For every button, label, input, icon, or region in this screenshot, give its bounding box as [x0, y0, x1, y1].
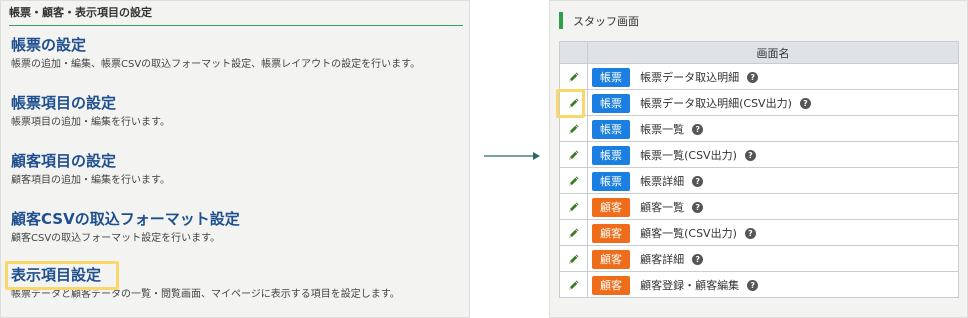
pencil-edit-icon[interactable]: [567, 279, 580, 292]
pencil-edit-icon[interactable]: [567, 227, 580, 240]
screen-name-label: 帳票一覧(CSV出力): [640, 149, 737, 162]
help-icon[interactable]: ?: [747, 279, 759, 291]
screen-name-cell: 顧客 顧客登録・顧客編集 ?: [587, 271, 959, 298]
help-icon[interactable]: ?: [744, 149, 756, 161]
help-icon[interactable]: ?: [799, 97, 811, 109]
edit-cell: [559, 141, 588, 168]
screen-name-cell: 帳票 帳票データ取込明細(CSV出力) ?: [587, 89, 959, 116]
table-row: 帳票 帳票データ取込明細 ?: [559, 63, 959, 90]
category-badge: 顧客: [592, 223, 630, 243]
help-icon[interactable]: ?: [692, 123, 704, 135]
help-icon[interactable]: ?: [692, 253, 704, 265]
screen-name-label: 顧客登録・顧客編集: [640, 279, 740, 292]
staff-screen-header: スタッフ画面: [559, 11, 959, 31]
customer-csv-format-desc: 顧客CSVの取込フォーマット設定を行います。: [11, 233, 221, 244]
table-row: 顧客 顧客詳細 ?: [559, 245, 959, 272]
screen-name-cell: 帳票 帳票詳細 ?: [587, 167, 959, 194]
section-form-settings: 帳票の設定 帳票の追加・編集、帳票CSVの取込フォーマット設定、帳票レイアウトの…: [11, 35, 467, 72]
screen-name-label: 顧客詳細: [640, 253, 685, 266]
category-badge: 顧客: [592, 249, 630, 269]
table-row: 帳票 帳票一覧(CSV出力) ?: [559, 141, 959, 168]
screen-name-cell: 顧客 顧客詳細 ?: [587, 245, 959, 272]
edit-cell: [559, 271, 588, 298]
pencil-edit-icon[interactable]: [567, 149, 580, 162]
category-badge: 帳票: [592, 145, 630, 165]
customer-csv-format-link[interactable]: 顧客CSVの取込フォーマット設定: [11, 209, 467, 229]
table-header-row: 画面名: [559, 41, 959, 64]
category-badge: 帳票: [592, 93, 630, 113]
category-badge: 顧客: [592, 275, 630, 295]
customer-item-settings-link[interactable]: 顧客項目の設定: [11, 151, 467, 171]
screen-name-cell: 帳票 帳票データ取込明細 ?: [587, 63, 959, 90]
screen-name-cell: 顧客 顧客一覧(CSV出力) ?: [587, 219, 959, 246]
help-icon[interactable]: ?: [692, 175, 704, 187]
display-item-settings-desc: 帳票データと顧客データの一覧・閲覧画面、マイページに表示する項目を設定します。: [11, 289, 400, 300]
screen-name-column-header: 画面名: [587, 41, 959, 64]
help-icon[interactable]: ?: [747, 71, 759, 83]
edit-button-highlight: [556, 89, 585, 118]
screen-name-cell: 帳票 帳票一覧(CSV出力) ?: [587, 141, 959, 168]
staff-screen-panel: スタッフ画面 画面名 帳票 帳票データ取込明細 ? 帳票 帳票データ取込明細(C…: [549, 0, 968, 318]
help-icon[interactable]: ?: [692, 201, 704, 213]
table-row: 顧客 顧客一覧 ?: [559, 193, 959, 220]
screen-name-label: 帳票データ取込明細: [640, 71, 740, 84]
edit-cell: [559, 193, 588, 220]
form-item-settings-desc: 帳票項目の追加・編集を行います。: [11, 117, 170, 128]
category-badge: 帳票: [592, 67, 630, 87]
form-item-settings-link[interactable]: 帳票項目の設定: [11, 93, 467, 113]
screen-name-label: 帳票一覧: [640, 123, 685, 136]
pencil-edit-icon[interactable]: [567, 123, 580, 136]
pencil-edit-icon[interactable]: [567, 201, 580, 214]
settings-panel: 帳票・顧客・表示項目の設定 帳票の設定 帳票の追加・編集、帳票CSVの取込フォー…: [0, 0, 470, 318]
edit-cell: [559, 63, 588, 90]
table-row: 帳票 帳票詳細 ?: [559, 167, 959, 194]
section-form-item-settings: 帳票項目の設定 帳票項目の追加・編集を行います。: [11, 93, 467, 130]
form-settings-desc: 帳票の追加・編集、帳票CSVの取込フォーマット設定、帳票レイアウトの設定を行いま…: [11, 59, 421, 70]
staff-screen-title: スタッフ画面: [573, 15, 639, 28]
table-row: 顧客 顧客登録・顧客編集 ?: [559, 271, 959, 298]
table-row: 顧客 顧客一覧(CSV出力) ?: [559, 219, 959, 246]
edit-cell: [559, 167, 588, 194]
section-customer-csv-format: 顧客CSVの取込フォーマット設定 顧客CSVの取込フォーマット設定を行います。: [11, 209, 467, 246]
customer-item-settings-desc: 顧客項目の追加・編集を行います。: [11, 175, 170, 186]
help-icon[interactable]: ?: [744, 227, 756, 239]
category-badge: 帳票: [592, 119, 630, 139]
screen-name-label: 顧客一覧: [640, 201, 685, 214]
arrow-right-icon: [484, 152, 540, 160]
section-customer-item-settings: 顧客項目の設定 顧客項目の追加・編集を行います。: [11, 151, 467, 188]
header-accent-bar: [559, 12, 563, 29]
table-row: 帳票 帳票一覧 ?: [559, 115, 959, 142]
settings-header: 帳票・顧客・表示項目の設定: [9, 5, 463, 26]
category-badge: 帳票: [592, 171, 630, 191]
edit-column-header: [559, 41, 588, 64]
category-badge: 顧客: [592, 197, 630, 217]
screen-name-label: 顧客一覧(CSV出力): [640, 227, 737, 240]
table-row: 帳票 帳票データ取込明細(CSV出力) ?: [559, 89, 959, 116]
screen-list-table: 画面名 帳票 帳票データ取込明細 ? 帳票 帳票データ取込明細(CSV出力) ?…: [559, 41, 959, 298]
edit-cell: [559, 245, 588, 272]
screen-name-cell: 帳票 帳票一覧 ?: [587, 115, 959, 142]
pencil-edit-icon[interactable]: [567, 175, 580, 188]
form-settings-link[interactable]: 帳票の設定: [11, 35, 467, 55]
display-item-settings-highlight: [5, 261, 119, 290]
pencil-edit-icon[interactable]: [567, 253, 580, 266]
edit-cell: [559, 115, 588, 142]
screen-name-cell: 顧客 顧客一覧 ?: [587, 193, 959, 220]
screen-name-label: 帳票データ取込明細(CSV出力): [640, 97, 792, 110]
edit-cell: [559, 219, 588, 246]
pencil-edit-icon[interactable]: [567, 71, 580, 84]
screen-name-label: 帳票詳細: [640, 175, 685, 188]
